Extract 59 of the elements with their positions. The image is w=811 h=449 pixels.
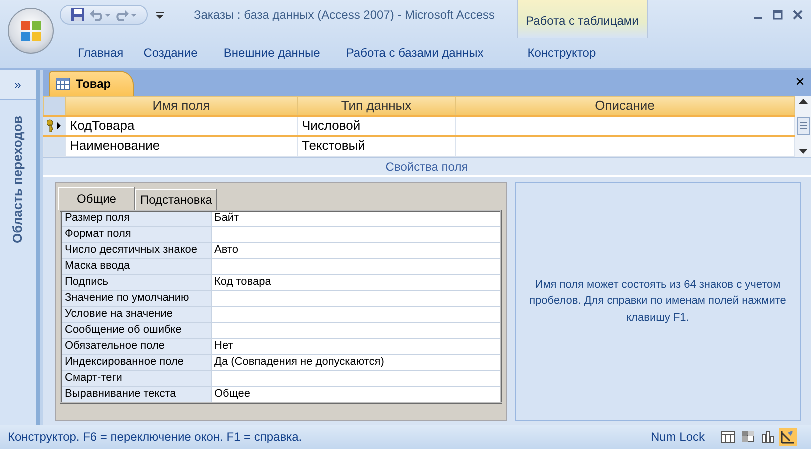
row-indicator-icon xyxy=(47,119,63,133)
datasheet-view-icon[interactable] xyxy=(719,428,737,446)
property-label: Число десятичных знакое xyxy=(61,242,211,258)
property-value[interactable]: Да (Совпадения не допускаются) xyxy=(211,354,501,370)
ribbon-tab[interactable]: Внешние данные xyxy=(224,44,320,62)
redo-icon[interactable] xyxy=(115,9,137,21)
column-header: Тип данных xyxy=(298,96,456,116)
help-text: Имя поля может состоять из 64 знаков с учетом пробелов. Для справки по именам полей нажмите клавишу F1. xyxy=(528,278,788,326)
status-text: Конструктор. F6 = переключение окон. F1 = справка. xyxy=(8,429,302,446)
property-label: Размер поля xyxy=(61,210,211,226)
table-cell[interactable] xyxy=(456,116,794,136)
ribbon-tab[interactable]: Создание xyxy=(144,44,198,62)
table-cell[interactable]: Числовой xyxy=(298,116,456,136)
property-label: Индексированное поле xyxy=(61,354,211,370)
document-tab-label: Товар xyxy=(76,76,112,93)
property-label: Сообщение об ошибке xyxy=(61,322,211,338)
table-icon xyxy=(56,78,70,90)
section-title: Свойства поля xyxy=(43,156,811,174)
column-header: Описание xyxy=(456,96,794,116)
property-value[interactable]: Авто xyxy=(211,242,501,258)
scroll-down-icon[interactable] xyxy=(798,148,808,154)
save-icon[interactable] xyxy=(71,8,85,22)
office-button[interactable] xyxy=(8,8,54,54)
scroll-up-icon[interactable] xyxy=(798,98,808,104)
scroll-thumb-icon[interactable] xyxy=(796,117,810,136)
design-view-icon[interactable] xyxy=(779,428,797,446)
context-tab-title: Работа с таблицами xyxy=(517,0,648,38)
column-header: Имя поля xyxy=(66,96,298,116)
customize-menu-icon[interactable] xyxy=(156,10,164,20)
property-value[interactable]: Общее xyxy=(211,386,501,402)
property-value[interactable]: Код товара xyxy=(211,274,501,290)
close-document-button[interactable]: × xyxy=(790,75,811,91)
property-value[interactable]: Нет xyxy=(211,338,501,354)
table-cell[interactable]: КодТовара xyxy=(66,116,298,136)
property-label: Маска ввода xyxy=(61,258,211,274)
property-label: Условие на значение xyxy=(61,306,211,322)
ribbon-tab[interactable]: Работа с базами данных xyxy=(346,44,484,62)
row-selector[interactable] xyxy=(44,116,66,136)
property-tab[interactable]: Общие xyxy=(58,186,136,210)
ribbon-tab[interactable]: Конструктор xyxy=(528,44,596,62)
navigation-pane-title: Область переходов xyxy=(9,116,26,244)
property-tab[interactable]: Подстановка xyxy=(135,188,218,210)
table-cell[interactable] xyxy=(456,136,794,156)
property-label: Формат поля xyxy=(61,226,211,242)
close-icon[interactable] xyxy=(793,10,803,20)
table-cell[interactable]: Текстовый xyxy=(298,136,456,156)
office-logo-icon xyxy=(20,20,42,42)
property-value[interactable]: Байт xyxy=(211,210,501,226)
document-tab[interactable]: Товар xyxy=(49,71,134,96)
table-cell[interactable]: Наименование xyxy=(66,136,298,156)
window-title: Заказы : база данных (Access 2007) - Microsoft Access xyxy=(194,7,496,24)
maximize-icon[interactable] xyxy=(773,10,783,20)
property-label: Смарт-теги xyxy=(61,370,211,386)
property-label: Подпись xyxy=(61,274,211,290)
expand-pane-button[interactable]: » xyxy=(0,70,36,100)
property-label: Значение по умолчанию xyxy=(61,290,211,306)
property-label: Обязательное поле xyxy=(61,338,211,354)
ribbon-tab[interactable]: Главная xyxy=(78,44,124,62)
num-lock-indicator: Num Lock xyxy=(650,429,705,446)
